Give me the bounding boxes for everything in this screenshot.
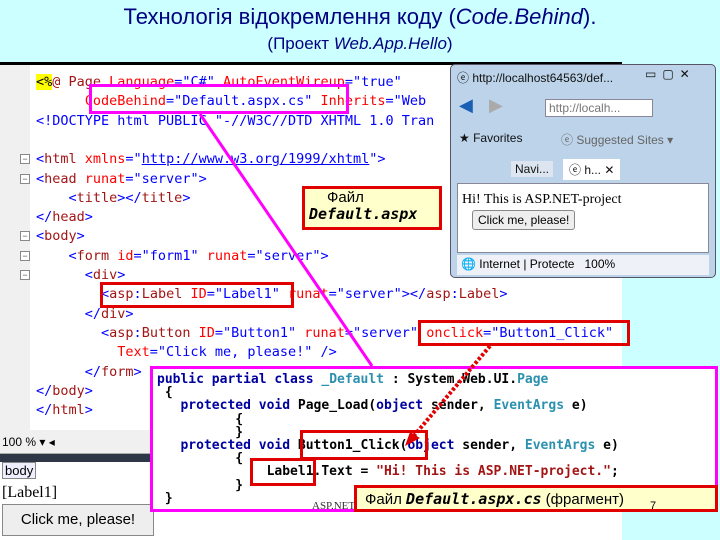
onclick-arrow	[410, 344, 492, 440]
arrows-layer	[198, 113, 492, 446]
codebehind-arrow	[198, 113, 374, 367]
arrow-head	[405, 432, 420, 446]
